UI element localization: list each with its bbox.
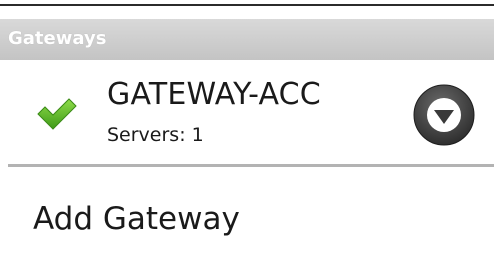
chevron-down-icon[interactable]: [413, 84, 475, 146]
section-header-label: Gateways: [8, 28, 107, 49]
gateway-list-item[interactable]: GATEWAY-ACC Servers: 1: [0, 60, 494, 163]
top-divider: [0, 4, 494, 6]
add-gateway-item[interactable]: Add Gateway: [0, 170, 494, 268]
check-icon: [37, 98, 77, 130]
gateway-name: GATEWAY-ACC: [107, 77, 321, 112]
gateway-servers-count: Servers: 1: [107, 124, 204, 146]
gateways-screen: Gateways GATEWAY-ACC Servers: 1 Add Gate…: [0, 0, 494, 268]
section-header: Gateways: [0, 19, 494, 60]
add-gateway-label: Add Gateway: [33, 201, 240, 237]
row-divider: [8, 164, 494, 167]
